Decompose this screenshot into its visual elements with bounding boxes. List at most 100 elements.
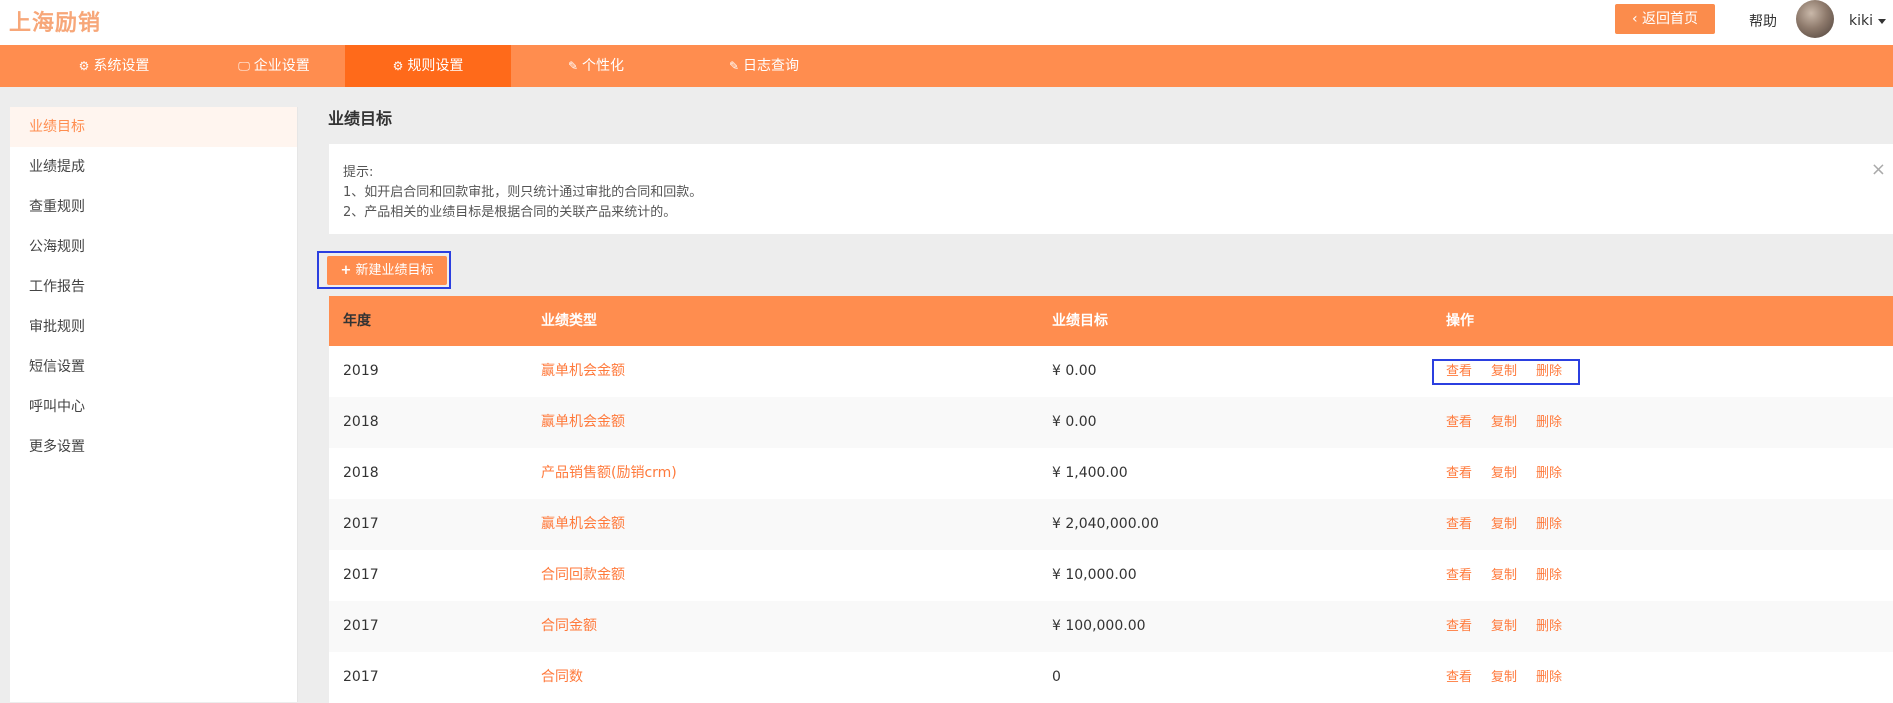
table-row: 2017 合同金额 ¥ 100,000.00 查看 复制 删除 bbox=[329, 601, 1893, 652]
row-ops: 查看 复制 删除 bbox=[1446, 601, 1581, 652]
view-link[interactable]: 查看 bbox=[1446, 466, 1472, 481]
view-link[interactable]: 查看 bbox=[1446, 415, 1472, 430]
top-bar: 上海励销 ‹ 返回首页 帮助 kiki bbox=[0, 0, 1893, 45]
row-ops: 查看 复制 删除 bbox=[1446, 448, 1581, 499]
nav-personalize[interactable]: ✎ 个性化 bbox=[526, 45, 666, 87]
sidebar-item-dedup-rules[interactable]: 查重规则 bbox=[10, 187, 297, 227]
cell-type-link[interactable]: 赢单机会金额 bbox=[541, 346, 625, 397]
copy-link[interactable]: 复制 bbox=[1491, 568, 1517, 583]
copy-link[interactable]: 复制 bbox=[1491, 670, 1517, 685]
user-menu[interactable]: kiki bbox=[1849, 13, 1886, 29]
cell-year: 2017 bbox=[343, 669, 379, 685]
sidebar-item-approval-rules[interactable]: 审批规则 bbox=[10, 307, 297, 347]
cell-year: 2018 bbox=[343, 465, 379, 481]
cell-year: 2017 bbox=[343, 618, 379, 634]
gear-icon: ⚙ bbox=[392, 59, 404, 73]
cell-year: 2017 bbox=[343, 567, 379, 583]
nav-label: 日志查询 bbox=[743, 58, 800, 74]
new-target-button[interactable]: + 新建业绩目标 bbox=[327, 256, 447, 285]
sidebar-item-commission[interactable]: 业绩提成 bbox=[10, 147, 297, 187]
plus-icon: + bbox=[340, 263, 352, 278]
table-row: 2018 赢单机会金额 ¥ 0.00 查看 复制 删除 bbox=[329, 397, 1893, 448]
monitor-icon: 🖵 bbox=[238, 59, 250, 73]
target-table: 年度 业绩类型 业绩目标 操作 2019 赢单机会金额 ¥ 0.00 查看 复制删… bbox=[329, 296, 1893, 703]
row-ops: 查看 复制 删除 bbox=[1446, 397, 1581, 448]
cell-target: ¥ 10,000.00 bbox=[1052, 567, 1137, 583]
nav-label: 企业设置 bbox=[253, 58, 310, 74]
sidebar-item-sms-settings[interactable]: 短信设置 bbox=[10, 347, 297, 387]
header-target[interactable]: 业绩目标 bbox=[1052, 296, 1108, 346]
cell-year: 2018 bbox=[343, 414, 379, 430]
cell-target: ¥ 0.00 bbox=[1052, 414, 1097, 430]
delete-link[interactable]: 删除 bbox=[1536, 517, 1562, 532]
table-row: 2017 合同回款金额 ¥ 10,000.00 查看 复制 删除 bbox=[329, 550, 1893, 601]
cell-year: 2019 bbox=[343, 363, 379, 379]
cell-type-link[interactable]: 合同金额 bbox=[541, 601, 597, 652]
tip-line-2: 2、产品相关的业绩目标是根据合同的关联产品来统计的。 bbox=[343, 205, 677, 220]
tip-heading: 提示: bbox=[343, 165, 374, 180]
page-title: 业绩目标 bbox=[328, 109, 393, 128]
nav-label: 个性化 bbox=[582, 58, 625, 74]
header-year[interactable]: 年度 bbox=[343, 296, 371, 346]
view-link[interactable]: 查看 bbox=[1446, 670, 1472, 685]
tip-panel: 提示: 1、如开启合同和回款审批，则只统计通过审批的合同和回款。 2、产品相关的… bbox=[329, 144, 1893, 234]
caret-down-icon bbox=[1878, 18, 1886, 24]
row-ops: 查看 复制 删除 bbox=[1446, 499, 1581, 550]
back-home-button[interactable]: ‹ 返回首页 bbox=[1615, 4, 1715, 34]
cell-target: ¥ 2,040,000.00 bbox=[1052, 516, 1159, 532]
nav-enterprise-settings[interactable]: 🖵 企业设置 bbox=[204, 45, 344, 87]
header-type[interactable]: 业绩类型 bbox=[541, 296, 597, 346]
highlight-box-ops bbox=[1432, 359, 1580, 385]
edit-icon: ✎ bbox=[567, 59, 579, 73]
delete-link[interactable]: 删除 bbox=[1536, 415, 1562, 430]
tip-line-1: 1、如开启合同和回款审批，则只统计通过审批的合同和回款。 bbox=[343, 185, 703, 200]
gear-icon: ⚙ bbox=[78, 59, 90, 73]
avatar[interactable] bbox=[1796, 0, 1834, 38]
sidebar-item-more-settings[interactable]: 更多设置 bbox=[10, 427, 297, 467]
table-header: 年度 业绩类型 业绩目标 操作 bbox=[329, 296, 1893, 346]
sidebar: 业绩目标 业绩提成 查重规则 公海规则 工作报告 审批规则 短信设置 呼叫中心 … bbox=[10, 107, 298, 702]
delete-link[interactable]: 删除 bbox=[1536, 619, 1562, 634]
cell-target: 0 bbox=[1052, 669, 1061, 685]
table-row: 2017 赢单机会金额 ¥ 2,040,000.00 查看 复制 删除 bbox=[329, 499, 1893, 550]
view-link[interactable]: 查看 bbox=[1446, 619, 1472, 634]
nav-label: 系统设置 bbox=[93, 58, 150, 74]
close-icon[interactable]: × bbox=[1871, 159, 1886, 180]
cell-type-link[interactable]: 赢单机会金额 bbox=[541, 397, 625, 448]
cell-target: ¥ 100,000.00 bbox=[1052, 618, 1146, 634]
new-target-label: 新建业绩目标 bbox=[355, 263, 434, 278]
table-row: 2017 合同数 0 查看 复制 删除 bbox=[329, 652, 1893, 703]
delete-link[interactable]: 删除 bbox=[1536, 670, 1562, 685]
copy-link[interactable]: 复制 bbox=[1491, 619, 1517, 634]
app-logo[interactable]: 上海励销 bbox=[9, 5, 101, 37]
view-link[interactable]: 查看 bbox=[1446, 517, 1472, 532]
view-link[interactable]: 查看 bbox=[1446, 568, 1472, 583]
cell-type-link[interactable]: 合同回款金额 bbox=[541, 550, 625, 601]
row-ops: 查看 复制 删除 bbox=[1446, 652, 1581, 703]
delete-link[interactable]: 删除 bbox=[1536, 466, 1562, 481]
cell-year: 2017 bbox=[343, 516, 379, 532]
user-name: kiki bbox=[1849, 13, 1873, 29]
nav-system-settings[interactable]: ⚙ 系统设置 bbox=[44, 45, 184, 87]
delete-link[interactable]: 删除 bbox=[1536, 568, 1562, 583]
cell-target: ¥ 0.00 bbox=[1052, 363, 1097, 379]
cell-type-link[interactable]: 赢单机会金额 bbox=[541, 499, 625, 550]
cell-type-link[interactable]: 合同数 bbox=[541, 652, 583, 703]
nav-log-query[interactable]: ✎ 日志查询 bbox=[694, 45, 834, 87]
copy-link[interactable]: 复制 bbox=[1491, 517, 1517, 532]
nav-rule-settings[interactable]: ⚙ 规则设置 bbox=[345, 45, 511, 87]
copy-link[interactable]: 复制 bbox=[1491, 415, 1517, 430]
table-row: 2018 产品销售额(励销crm) ¥ 1,400.00 查看 复制 删除 bbox=[329, 448, 1893, 499]
help-link[interactable]: 帮助 bbox=[1749, 11, 1777, 31]
cell-target: ¥ 1,400.00 bbox=[1052, 465, 1128, 481]
sidebar-item-performance-target[interactable]: 业绩目标 bbox=[10, 107, 297, 147]
sidebar-item-pool-rules[interactable]: 公海规则 bbox=[10, 227, 297, 267]
nav-label: 规则设置 bbox=[407, 58, 464, 74]
header-ops: 操作 bbox=[1446, 313, 1474, 329]
sidebar-item-call-center[interactable]: 呼叫中心 bbox=[10, 387, 297, 427]
cell-type-link[interactable]: 产品销售额(励销crm) bbox=[541, 448, 677, 499]
copy-link[interactable]: 复制 bbox=[1491, 466, 1517, 481]
table-row: 2019 赢单机会金额 ¥ 0.00 查看 复制 删除 bbox=[329, 346, 1893, 397]
main-nav: ⚙ 系统设置 🖵 企业设置 ⚙ 规则设置 ✎ 个性化 ✎ 日志查询 bbox=[0, 45, 1893, 87]
sidebar-item-work-report[interactable]: 工作报告 bbox=[10, 267, 297, 307]
